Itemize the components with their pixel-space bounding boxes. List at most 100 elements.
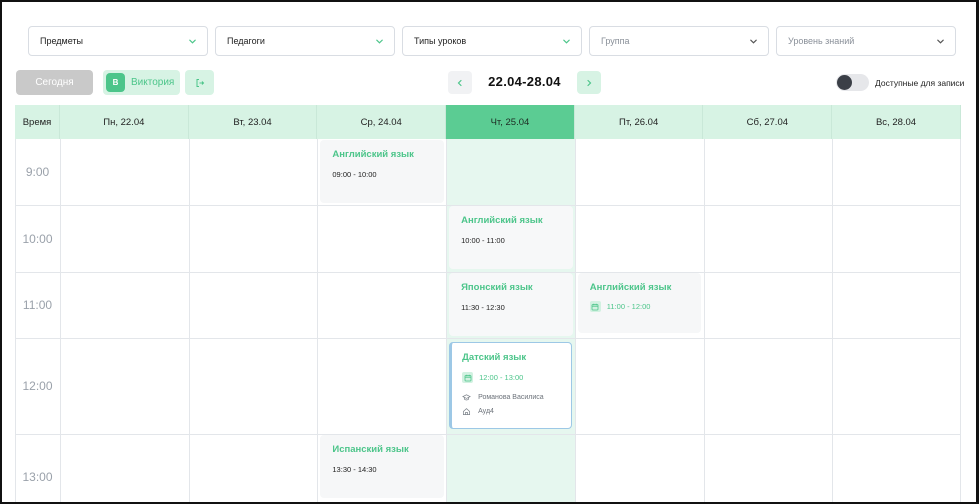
grid-header: Время Пн, 22.04 Вт, 23.04 Ср, 24.04 Чт, 25.… xyxy=(15,105,961,139)
day-header-3: Чт, 25.04 xyxy=(446,105,575,139)
schedule-cell[interactable] xyxy=(705,273,833,338)
available-toggle[interactable] xyxy=(836,74,869,91)
lesson-teacher: Романова Василиса xyxy=(478,394,544,401)
schedule-cell[interactable] xyxy=(576,140,704,205)
user-chip[interactable]: В Виктория xyxy=(103,70,180,95)
time-label: 12:00 xyxy=(22,379,53,393)
schedule-cell[interactable] xyxy=(447,435,575,502)
lesson-time-row: 11:00 - 12:00 xyxy=(589,301,702,312)
schedule-cell[interactable] xyxy=(833,339,961,434)
schedule-cell[interactable] xyxy=(61,435,189,502)
time-label: 9:00 xyxy=(25,165,50,179)
day-header-2: Ср, 24.04 xyxy=(317,105,447,139)
chevron-down-icon xyxy=(561,36,571,46)
schedule-grid: Время Пн, 22.04 Вт, 23.04 Ср, 24.04 Чт, 25.… xyxy=(15,105,961,502)
lesson-types-select[interactable]: Типы уроков xyxy=(402,26,582,56)
logout-icon xyxy=(196,78,204,87)
lesson-time: 13:30 - 14:30 xyxy=(332,465,377,474)
schedule-cell[interactable] xyxy=(190,140,318,205)
schedule-cell[interactable] xyxy=(190,339,318,434)
schedule-cell[interactable] xyxy=(190,206,318,272)
subjects-select-label: Предметы xyxy=(40,36,84,46)
schedule-cell[interactable] xyxy=(705,140,833,205)
lesson-time: 10:00 - 11:00 xyxy=(461,236,505,245)
schedule-cell[interactable] xyxy=(61,339,189,434)
day-header-4: Пт, 26.04 xyxy=(575,105,704,139)
lesson-title: Английский язык xyxy=(589,282,672,293)
avatar: В xyxy=(106,73,125,92)
schedule-cell[interactable] xyxy=(61,206,189,272)
next-week-button[interactable] xyxy=(577,71,601,94)
lesson-card[interactable]: Английский язык 09:00 - 10:00 xyxy=(320,140,445,203)
time-label: 10:00 xyxy=(22,231,53,246)
schedule-cell[interactable] xyxy=(447,140,575,205)
schedule-cell[interactable] xyxy=(705,339,833,434)
teachers-select-label: Педагоги xyxy=(227,36,265,46)
available-toggle-label: Доступные для записи xyxy=(875,78,965,88)
time-column-header: Время xyxy=(15,105,60,139)
schedule-cell[interactable] xyxy=(318,206,446,272)
user-name: Виктория xyxy=(131,77,175,88)
group-select-placeholder: Группа xyxy=(601,36,630,46)
grid-vline xyxy=(15,139,16,502)
lesson-room: Ауд4 xyxy=(478,408,494,415)
lesson-card[interactable]: Датский язык 12:00 - 13:00 Романова Васили… xyxy=(449,342,572,429)
day-header-6: Вс, 28.04 xyxy=(832,105,961,139)
lesson-time: 09:00 - 10:00 xyxy=(332,170,377,179)
schedule-cell[interactable] xyxy=(833,140,961,205)
knowledge-level-select-placeholder: Уровень знаний xyxy=(788,36,855,46)
schedule-cell[interactable] xyxy=(576,339,704,434)
time-label: 11:00 xyxy=(22,298,53,312)
schedule-cell[interactable] xyxy=(318,273,446,338)
schedule-cell[interactable] xyxy=(576,435,704,502)
lesson-time-row: 12:00 - 13:00 xyxy=(462,372,571,383)
room-icon xyxy=(462,407,471,416)
scheduler-window: Предметы Педагоги Типы уроков Группа Уро… xyxy=(0,0,979,504)
lesson-time: 11:00 - 12:00 xyxy=(606,302,651,311)
schedule-cell[interactable] xyxy=(190,435,318,502)
calendar-icon xyxy=(589,301,601,312)
lesson-types-select-label: Типы уроков xyxy=(414,36,467,46)
teachers-select[interactable]: Педагоги xyxy=(215,26,395,56)
week-range: 22.04-28.04 xyxy=(488,74,561,89)
day-header-0: Пн, 22.04 xyxy=(60,105,189,139)
schedule-cell[interactable] xyxy=(833,273,961,338)
group-select[interactable]: Группа xyxy=(589,26,769,56)
chevron-down-icon xyxy=(187,36,197,46)
schedule-cell[interactable] xyxy=(190,273,318,338)
schedule-cell[interactable] xyxy=(833,435,961,502)
chevron-down-icon xyxy=(374,36,384,46)
teacher-icon xyxy=(462,393,471,402)
subjects-select[interactable]: Предметы xyxy=(28,26,208,56)
lesson-time: 11:30 - 12:30 xyxy=(461,303,505,312)
chevron-right-icon xyxy=(587,79,592,86)
today-button[interactable]: Сегодня xyxy=(16,70,93,95)
chevron-down-icon xyxy=(748,36,758,46)
lesson-title: Японский язык xyxy=(461,282,533,293)
logout-button[interactable] xyxy=(185,70,214,95)
toggle-knob xyxy=(837,75,852,90)
prev-week-button[interactable] xyxy=(448,71,472,94)
schedule-cell[interactable] xyxy=(705,435,833,502)
day-header-5: Сб, 27.04 xyxy=(704,105,833,139)
lesson-title: Испанский язык xyxy=(332,444,409,455)
lesson-card[interactable]: Английский язык 10:00 - 11:00 xyxy=(449,206,573,269)
lesson-card[interactable]: Испанский язык 13:30 - 14:30 xyxy=(320,435,445,498)
knowledge-level-select[interactable]: Уровень знаний xyxy=(776,26,956,56)
calendar-icon xyxy=(462,372,474,383)
schedule-cell[interactable] xyxy=(576,206,704,272)
schedule-cell[interactable] xyxy=(318,339,446,434)
schedule-cell[interactable] xyxy=(61,273,189,338)
lesson-card[interactable]: Японский язык 11:30 - 12:30 xyxy=(449,273,573,336)
lesson-title: Английский язык xyxy=(332,149,414,160)
lesson-title: Датский язык xyxy=(462,352,527,363)
schedule-cell[interactable] xyxy=(833,206,961,272)
schedule-cell[interactable] xyxy=(61,140,189,205)
lesson-time: 12:00 - 13:00 xyxy=(479,373,524,382)
lesson-title: Английский язык xyxy=(461,215,543,226)
chevron-left-icon xyxy=(457,79,462,86)
time-label: 13:00 xyxy=(22,470,53,484)
lesson-card[interactable]: Английский язык 11:00 - 12:00 xyxy=(577,273,702,333)
chevron-down-icon xyxy=(935,36,945,46)
schedule-cell[interactable] xyxy=(705,206,833,272)
